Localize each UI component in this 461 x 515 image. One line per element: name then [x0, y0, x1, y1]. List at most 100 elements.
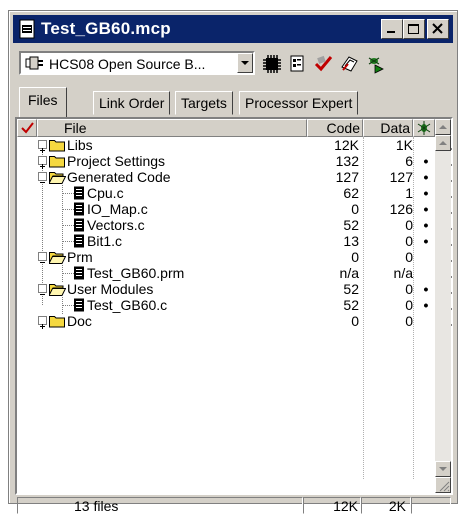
tree-row-test-gb60-c[interactable]: Test_GB60.c 52 0 •: [17, 297, 452, 313]
code-size: 0: [351, 201, 359, 217]
code-size: 132: [335, 153, 359, 169]
code-size: 0: [351, 249, 359, 265]
check-icon[interactable]: [313, 53, 335, 75]
project-window: Test_GB60.mcp HCS08 Open Source B... Fil…: [8, 10, 458, 514]
tree-row-bit1-c[interactable]: Bit1.c 13 0 •: [17, 233, 452, 249]
code-size: 62: [343, 185, 359, 201]
maximize-icon: [408, 24, 419, 34]
code-size: 52: [343, 297, 359, 313]
touch-marker: •: [423, 297, 429, 313]
debug-bug-icon: [417, 121, 431, 135]
tree-row-prm[interactable]: Prm 0 0: [17, 249, 452, 265]
tree-row-project-settings[interactable]: Project Settings 132 6 •: [17, 153, 452, 169]
data-size: 0: [405, 217, 413, 233]
file-name: User Modules: [67, 281, 154, 297]
folder-icon: [49, 140, 65, 152]
column-header: File Code Data: [17, 119, 451, 137]
tree-row-generated-code[interactable]: Generated Code 127 127 •: [17, 169, 452, 185]
file-name: Libs: [67, 137, 93, 153]
header-code[interactable]: Code: [307, 119, 363, 137]
source-file-icon: [74, 234, 84, 248]
open-folder-icon: [49, 284, 66, 296]
maximize-button[interactable]: [403, 19, 425, 39]
title-bar[interactable]: Test_GB60.mcp: [13, 15, 453, 43]
tree-row-user-modules[interactable]: User Modules 52 0 •: [17, 281, 452, 297]
code-size: n/a: [339, 265, 359, 281]
tree-row-cpu-c[interactable]: Cpu.c 62 1 •: [17, 185, 452, 201]
settings-sheet-icon[interactable]: [287, 53, 309, 75]
file-name: Prm: [67, 249, 93, 265]
file-tree: Libs 12K 1K Project Settings 132 6 • Gen…: [17, 137, 452, 479]
collapse-icon[interactable]: [38, 252, 47, 263]
file-name: Bit1.c: [87, 233, 123, 249]
scroll-down-button[interactable]: [435, 461, 451, 477]
scroll-up-button[interactable]: [435, 119, 451, 135]
expand-icon[interactable]: [38, 156, 47, 169]
header-debug-cell[interactable]: [413, 119, 435, 137]
file-name: Project Settings: [67, 153, 166, 169]
file-name: Cpu.c: [87, 185, 124, 201]
chevron-down-icon: [439, 467, 447, 471]
chevron-down-icon: [241, 61, 249, 65]
file-name: Vectors.c: [87, 217, 145, 233]
touch-marker: •: [423, 153, 429, 169]
header-file[interactable]: File: [37, 119, 307, 137]
file-name: Test_GB60.c: [87, 297, 168, 313]
project-file-icon: [19, 19, 35, 39]
file-count: 13 files: [17, 497, 303, 514]
plug-icon: [25, 56, 43, 70]
file-name: Doc: [67, 313, 92, 329]
data-size: 1: [405, 185, 413, 201]
data-size: 6: [405, 153, 413, 169]
data-size: 0: [405, 297, 413, 313]
source-file-icon: [74, 266, 84, 280]
expand-icon[interactable]: [38, 140, 47, 153]
collapse-icon[interactable]: [38, 284, 47, 295]
touch-marker: •: [423, 217, 429, 233]
debug-run-icon[interactable]: [365, 53, 387, 75]
open-folder-icon: [49, 252, 66, 264]
data-size: n/a: [393, 265, 413, 281]
tree-row-io-map-c[interactable]: IO_Map.c 0 126 •: [17, 201, 452, 217]
source-file-icon: [74, 186, 84, 200]
chip-icon[interactable]: [261, 53, 283, 75]
tab-processor-expert[interactable]: Processor Expert: [239, 91, 359, 115]
touch-marker: •: [423, 201, 429, 217]
source-file-icon: [74, 202, 84, 216]
touch-marker: •: [423, 169, 429, 185]
code-size: 13: [343, 233, 359, 249]
chevron-up-icon: [439, 141, 447, 145]
target-select[interactable]: HCS08 Open Source B...: [19, 51, 255, 75]
status-extra-cell: [411, 497, 451, 514]
expand-icon[interactable]: [38, 316, 47, 329]
file-name: IO_Map.c: [87, 201, 148, 217]
tree-row-test-gb60-prm[interactable]: Test_GB60.prm n/a n/a: [17, 265, 452, 281]
scroll-up-arrow-button[interactable]: [435, 135, 451, 151]
code-size: 12K: [334, 137, 359, 153]
file-name: Generated Code: [67, 169, 171, 185]
make-icon[interactable]: [339, 53, 361, 75]
collapse-icon[interactable]: [38, 172, 47, 183]
status-bar: 13 files 12K 2K: [15, 495, 453, 515]
checkmark-icon: [21, 122, 34, 134]
data-size: 0: [405, 233, 413, 249]
vertical-scrollbar[interactable]: [435, 119, 451, 493]
tree-row-vectors-c[interactable]: Vectors.c 52 0 •: [17, 217, 452, 233]
code-size: 0: [351, 313, 359, 329]
tab-link-order[interactable]: Link Order: [93, 91, 171, 115]
close-button[interactable]: [427, 19, 449, 39]
data-size: 0: [405, 249, 413, 265]
target-select-dropdown[interactable]: [237, 53, 253, 73]
data-size: 0: [405, 313, 413, 329]
file-name: Test_GB60.prm: [87, 265, 185, 281]
code-total: 12K: [303, 497, 361, 514]
tree-row-doc[interactable]: Doc 0 0: [17, 313, 452, 329]
resize-grip[interactable]: [435, 477, 451, 493]
folder-icon: [49, 156, 65, 168]
tree-row-libs[interactable]: Libs 12K 1K: [17, 137, 452, 153]
tab-files[interactable]: Files: [19, 87, 67, 117]
header-checkmark-cell[interactable]: [17, 119, 37, 137]
header-data[interactable]: Data: [363, 119, 413, 137]
minimize-button[interactable]: [381, 19, 403, 39]
tab-targets[interactable]: Targets: [175, 91, 233, 115]
